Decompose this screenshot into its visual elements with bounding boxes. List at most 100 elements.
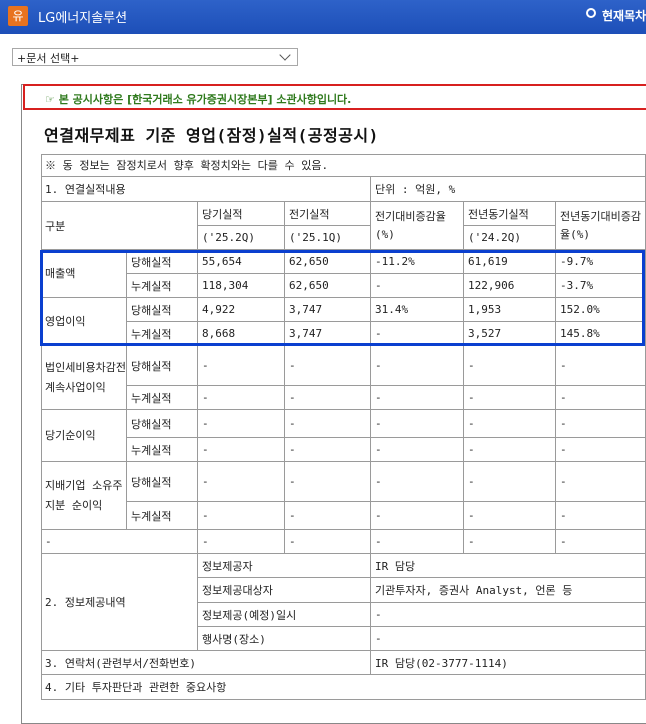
header-yoy-prev: 전년동기실적: [464, 202, 556, 226]
header-yoy: 전년동기대비증감율(%): [556, 202, 646, 250]
table-cell: 122,906: [464, 274, 556, 298]
table-cell: -: [464, 438, 556, 462]
row-sub-label: 당해실적: [127, 346, 198, 386]
table-cell: -: [371, 438, 464, 462]
table-cell: -: [198, 410, 285, 438]
table-cell: -: [556, 410, 646, 438]
row-sub-label: 당해실적: [127, 250, 198, 274]
table-cell: 3,747: [285, 298, 371, 322]
info-key: 정보제공대상자: [198, 578, 371, 603]
table-cell: -: [371, 346, 464, 386]
header-prev-period: ('25.1Q): [285, 226, 371, 250]
header-prev: 전기실적: [285, 202, 371, 226]
info-key: 행사명(장소): [198, 627, 371, 651]
table-cell: -: [464, 530, 556, 554]
company-name: LG에너지솔루션: [38, 11, 128, 26]
table-cell: -: [285, 462, 371, 502]
table-cell: -: [464, 346, 556, 386]
header-current-period: ('25.2Q): [198, 226, 285, 250]
table-cell: -: [371, 386, 464, 410]
stock-badge-icon: 유: [8, 6, 28, 26]
table-cell: -: [556, 462, 646, 502]
table-cell: -: [198, 438, 285, 462]
table-cell: -: [464, 502, 556, 530]
table-cell: -: [285, 410, 371, 438]
document-select-value: +문서 선택+: [17, 52, 80, 65]
table-cell: 152.0%: [556, 298, 646, 322]
row-group-label: 법인세비용차감전계속사업이익: [41, 346, 127, 410]
row-sub-label: 당해실적: [127, 298, 198, 322]
info-value: 기관투자자, 증권사 Analyst, 언론 등: [371, 578, 646, 603]
table-cell: -: [556, 438, 646, 462]
unit-label: 단위 : 억원, %: [371, 177, 646, 202]
section1-label: 1. 연결실적내용: [41, 177, 371, 202]
table-cell: -: [285, 346, 371, 386]
table-cell: 8,668: [198, 322, 285, 346]
row-sub-label: 누계실적: [127, 322, 198, 346]
header-qoq: 전기대비증감율(%): [371, 202, 464, 250]
table-cell: -9.7%: [556, 250, 646, 274]
section4-label: 4. 기타 투자판단과 관련한 중요사항: [41, 675, 646, 700]
row-group-label: 영업이익: [41, 298, 127, 346]
table-cell: 62,650: [285, 274, 371, 298]
table-cell: -: [556, 346, 646, 386]
table-cell: -: [198, 346, 285, 386]
header-yoy-prev-period: ('24.2Q): [464, 226, 556, 250]
table-cell: -: [371, 410, 464, 438]
row-sub-label: 누계실적: [127, 502, 198, 530]
table-cell: -: [285, 502, 371, 530]
table-cell: 31.4%: [371, 298, 464, 322]
note-row: ※ 동 정보는 잠정치로서 향후 확정치와는 다를 수 있음.: [41, 154, 646, 177]
document-select[interactable]: +문서 선택+: [12, 48, 298, 66]
row-sub-label: 누계실적: [127, 438, 198, 462]
table-cell: -3.7%: [556, 274, 646, 298]
table-cell: -: [556, 502, 646, 530]
row-group-label: 매출액: [41, 250, 127, 298]
table-cell: -: [464, 462, 556, 502]
header-gubun: 구분: [41, 202, 198, 250]
table-cell: 3,527: [464, 322, 556, 346]
row-group-label: 지배기업 소유주지분 순이익: [41, 462, 127, 530]
chevron-down-icon: [279, 49, 291, 61]
table-cell: 4,922: [198, 298, 285, 322]
notice-text: ☞ 본 공시사항은 [한국거래소 유가증권시장본부] 소관사항입니다.: [45, 93, 352, 106]
notice-box: ☞ 본 공시사항은 [한국거래소 유가증권시장본부] 소관사항입니다.: [23, 84, 646, 110]
page-title: 연결재무제표 기준 영업(잠정)실적(공정공시): [44, 126, 379, 145]
row-group-label: -: [41, 530, 198, 554]
table-cell: 3,747: [285, 322, 371, 346]
table-cell: -11.2%: [371, 250, 464, 274]
table-cell: -: [371, 530, 464, 554]
table-cell: -: [198, 502, 285, 530]
table-cell: -: [371, 274, 464, 298]
info-value: -: [371, 603, 646, 627]
row-sub-label: 당해실적: [127, 462, 198, 502]
top-bar: 유 LG에너지솔루션 현재목차: [0, 0, 646, 34]
table-cell: -: [198, 462, 285, 502]
section3-value: IR 담당(02-3777-1114): [371, 651, 646, 675]
current-toc-label: 현재목차: [602, 9, 646, 23]
table-cell: -: [285, 530, 371, 554]
table-cell: 62,650: [285, 250, 371, 274]
row-sub-label: 누계실적: [127, 386, 198, 410]
info-value: IR 담당: [371, 554, 646, 578]
table-cell: -: [464, 386, 556, 410]
table-cell: 1,953: [464, 298, 556, 322]
table-cell: -: [285, 386, 371, 410]
info-key: 정보제공(예정)일시: [198, 603, 371, 627]
table-cell: -: [556, 386, 646, 410]
table-cell: -: [371, 502, 464, 530]
radio-icon: [586, 8, 596, 18]
table-cell: -: [556, 530, 646, 554]
row-group-label: 당기순이익: [41, 410, 127, 462]
table-cell: -: [464, 410, 556, 438]
row-sub-label: 누계실적: [127, 274, 198, 298]
table-cell: 55,654: [198, 250, 285, 274]
section3-label: 3. 연락처(관련부서/전화번호): [41, 651, 371, 675]
table-cell: 145.8%: [556, 322, 646, 346]
table-cell: -: [198, 386, 285, 410]
row-sub-label: 당해실적: [127, 410, 198, 438]
table-cell: -: [285, 438, 371, 462]
table-cell: 61,619: [464, 250, 556, 274]
info-key: 정보제공자: [198, 554, 371, 578]
info-value: -: [371, 627, 646, 651]
